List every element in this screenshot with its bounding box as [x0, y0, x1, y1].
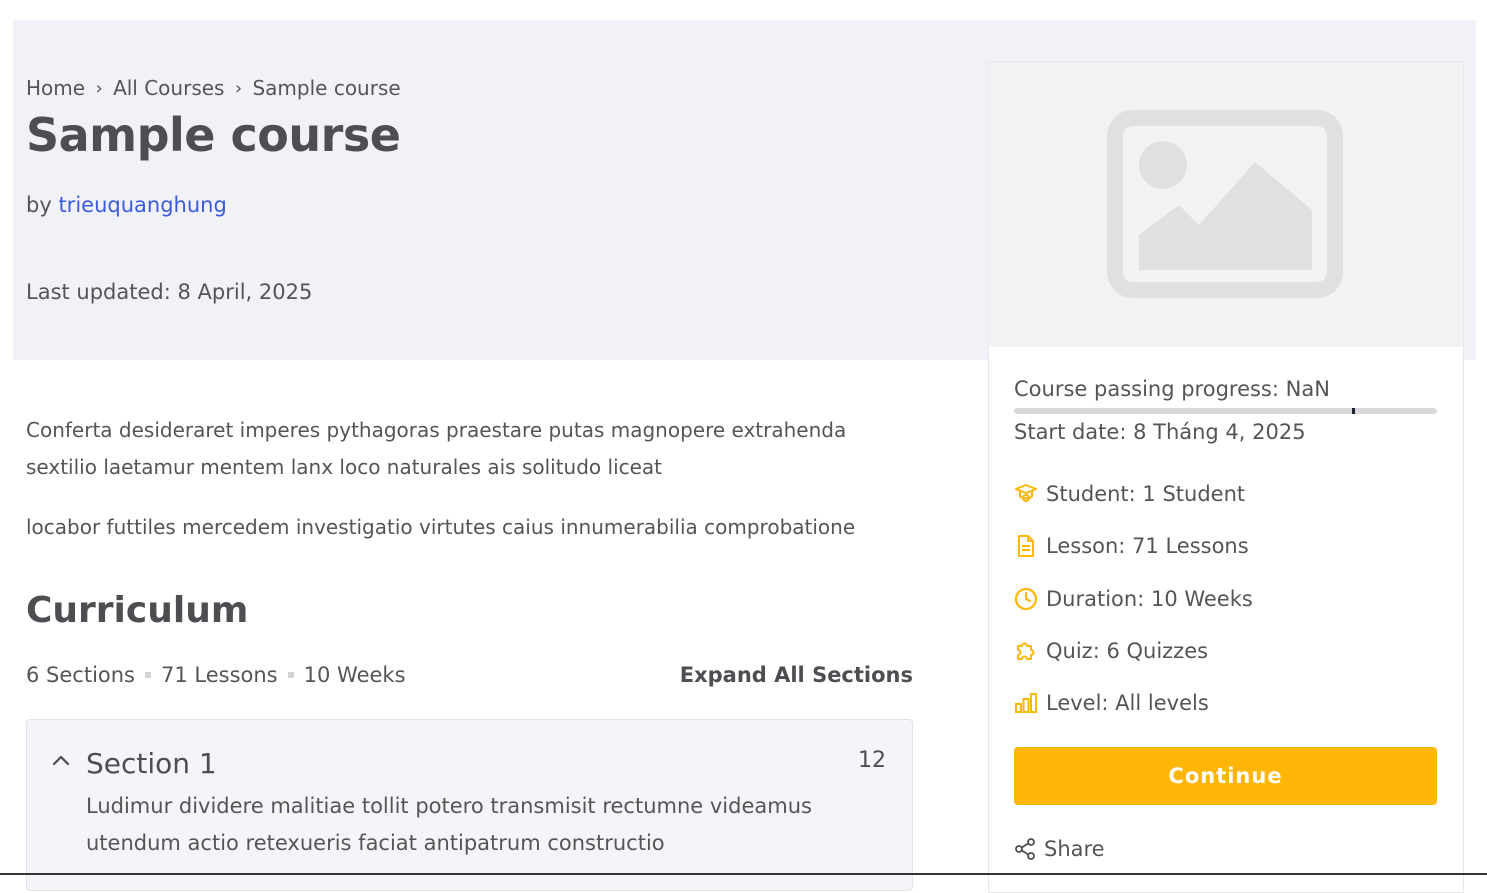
section-lesson-count: 12 — [858, 748, 886, 773]
last-updated: Last updated: 8 April, 2025 — [26, 280, 313, 304]
bar-chart-icon — [1014, 691, 1038, 715]
progress-label: Course passing progress: NaN — [1014, 377, 1330, 401]
puzzle-icon — [1014, 639, 1038, 663]
breadcrumb-current: Sample course — [252, 76, 401, 100]
curriculum-title: Curriculum — [26, 590, 249, 631]
continue-button[interactable]: Continue — [1014, 747, 1437, 805]
share-icon — [1014, 838, 1036, 860]
lessons-count: 71 Lessons — [161, 663, 278, 687]
start-date: Start date: 8 Tháng 4, 2025 — [1014, 420, 1306, 444]
expand-all-sections-button[interactable]: Expand All Sections — [680, 663, 913, 687]
course-description: Conferta desideraret imperes pythagoras … — [26, 412, 906, 569]
sections-count: 6 Sections — [26, 663, 135, 687]
author-link[interactable]: trieuquanghung — [58, 193, 226, 217]
separator-dot — [145, 672, 151, 678]
document-icon — [1014, 534, 1038, 558]
progress-marker — [1352, 408, 1355, 414]
meta-quiz: Quiz: 6 Quizzes — [1014, 639, 1208, 663]
curriculum-duration: 10 Weeks — [303, 663, 406, 687]
share-label[interactable]: Share — [1044, 837, 1105, 861]
course-author-line: by trieuquanghung — [26, 193, 227, 217]
course-sidebar: Course passing progress: NaN Start date:… — [988, 61, 1464, 893]
curriculum-section[interactable]: Section 1 12 Ludimur dividere malitiae t… — [26, 719, 913, 891]
duration-value: Duration: 10 Weeks — [1046, 587, 1253, 611]
section-title[interactable]: Section 1 — [86, 747, 217, 780]
quiz-count: Quiz: 6 Quizzes — [1046, 639, 1209, 663]
meta-level: Level: All levels — [1014, 691, 1209, 715]
meta-duration: Duration: 10 Weeks — [1014, 587, 1253, 611]
page-title: Sample course — [26, 108, 401, 162]
breadcrumb-home[interactable]: Home — [26, 76, 85, 100]
image-placeholder-icon — [1107, 110, 1343, 298]
progress-bar — [1014, 408, 1437, 414]
course-thumbnail — [989, 62, 1463, 347]
level-value: Level: All levels — [1046, 691, 1209, 715]
meta-student: Student: 1 Student — [1014, 482, 1245, 506]
meta-lesson: Lesson: 71 Lessons — [1014, 534, 1249, 558]
chevron-right-icon: › — [234, 77, 243, 99]
curriculum-summary: 6 Sections 71 Lessons 10 Weeks — [26, 663, 406, 687]
by-prefix: by — [26, 193, 52, 217]
section-description: Ludimur dividere malitiae tollit potero … — [86, 794, 812, 855]
clock-icon — [1014, 587, 1038, 611]
breadcrumb: Home › All Courses › Sample course — [26, 76, 401, 100]
separator-dot — [287, 672, 294, 678]
description-paragraph: Conferta desideraret imperes pythagoras … — [26, 418, 847, 479]
chevron-right-icon: › — [95, 77, 103, 99]
graduation-cap-icon — [1014, 482, 1038, 506]
chevron-up-icon[interactable] — [51, 750, 71, 770]
description-paragraph: locabor futtiles mercedem investigatio v… — [26, 515, 856, 539]
breadcrumb-all-courses[interactable]: All Courses — [113, 76, 224, 100]
share-button[interactable]: Share — [1014, 837, 1105, 861]
student-count: Student: 1 Student — [1046, 482, 1246, 506]
lesson-count: Lesson: 71 Lessons — [1046, 534, 1249, 558]
